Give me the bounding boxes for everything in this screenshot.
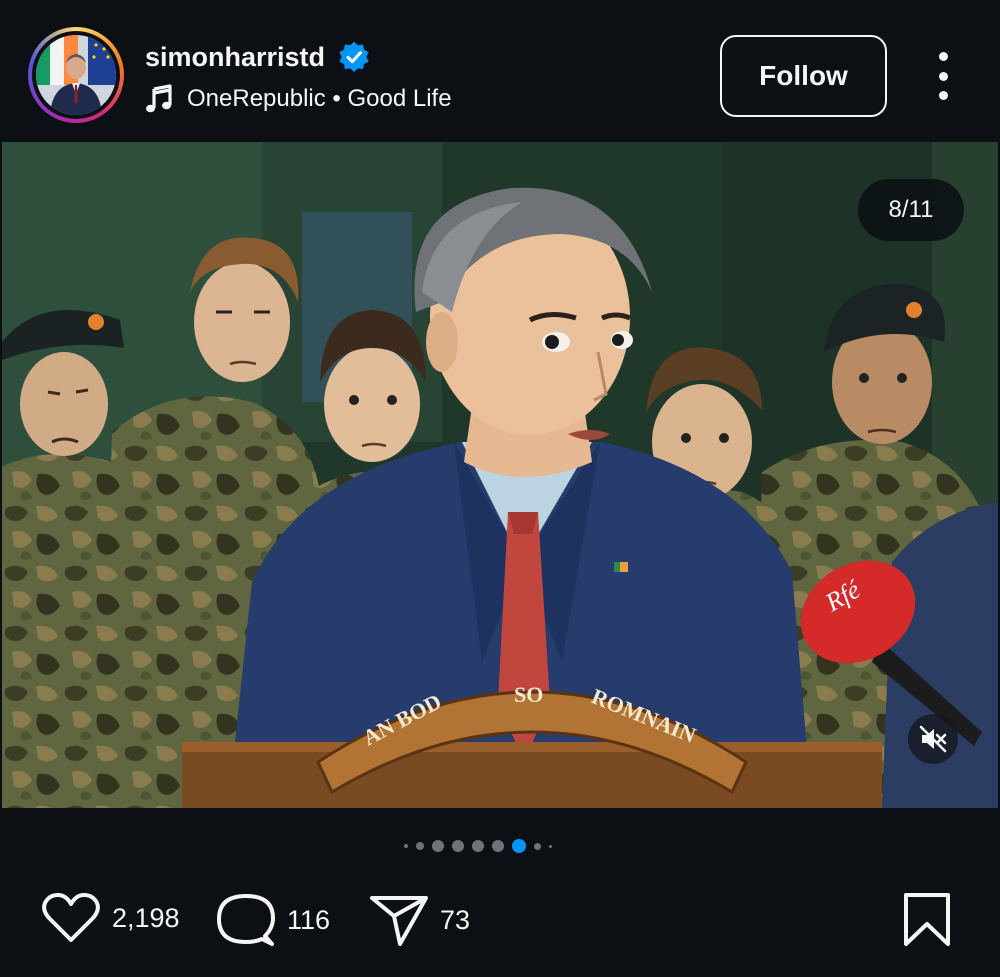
carousel-dot bbox=[432, 840, 444, 852]
muted-speaker-icon[interactable] bbox=[908, 714, 958, 764]
carousel-dot bbox=[452, 840, 464, 852]
story-ring[interactable] bbox=[28, 27, 124, 123]
heart-icon bbox=[42, 893, 100, 942]
like-button[interactable]: 2,198 bbox=[42, 892, 180, 944]
carousel-dot bbox=[534, 842, 541, 850]
username-row: simonharristd bbox=[145, 38, 371, 76]
slide-counter: 8/11 bbox=[858, 179, 964, 241]
post-actions-bar: 2,198 116 73 bbox=[0, 880, 1000, 960]
username[interactable]: simonharristd bbox=[145, 42, 325, 73]
audio-separator: • bbox=[332, 85, 341, 112]
comment-bubble-icon bbox=[217, 894, 275, 946]
follow-button[interactable]: Follow bbox=[720, 35, 887, 117]
more-options-icon[interactable] bbox=[928, 52, 958, 100]
like-count[interactable]: 2,198 bbox=[112, 903, 180, 934]
banner-word-2: SO bbox=[514, 682, 543, 707]
audio-track: Good Life bbox=[347, 85, 452, 112]
share-count[interactable]: 73 bbox=[440, 905, 470, 936]
carousel-dot bbox=[404, 844, 408, 848]
avatar[interactable] bbox=[36, 35, 116, 115]
audio-attribution[interactable]: OneRepublic • Good Life bbox=[145, 82, 452, 116]
share-button[interactable]: 73 bbox=[370, 892, 470, 948]
carousel-indicator bbox=[404, 836, 552, 856]
comment-button[interactable]: 116 bbox=[217, 892, 330, 948]
post-header: simonharristd OneRepublic • Good Life Fo… bbox=[0, 0, 1000, 142]
carousel-dot-active bbox=[512, 839, 526, 853]
carousel-dot bbox=[472, 840, 484, 852]
paper-plane-icon bbox=[370, 896, 428, 946]
carousel-dot bbox=[549, 844, 552, 848]
verified-badge-icon bbox=[339, 41, 369, 72]
audio-artist: OneRepublic bbox=[187, 85, 326, 112]
carousel-dot bbox=[492, 840, 504, 852]
bookmark-icon bbox=[904, 893, 950, 946]
post-media-image[interactable]: Rfé AN BOD SO ROMNAIN bbox=[2, 142, 998, 808]
music-note-icon bbox=[146, 84, 172, 113]
save-button[interactable] bbox=[902, 892, 952, 948]
carousel-dot bbox=[416, 842, 424, 850]
comment-count[interactable]: 116 bbox=[287, 905, 330, 936]
